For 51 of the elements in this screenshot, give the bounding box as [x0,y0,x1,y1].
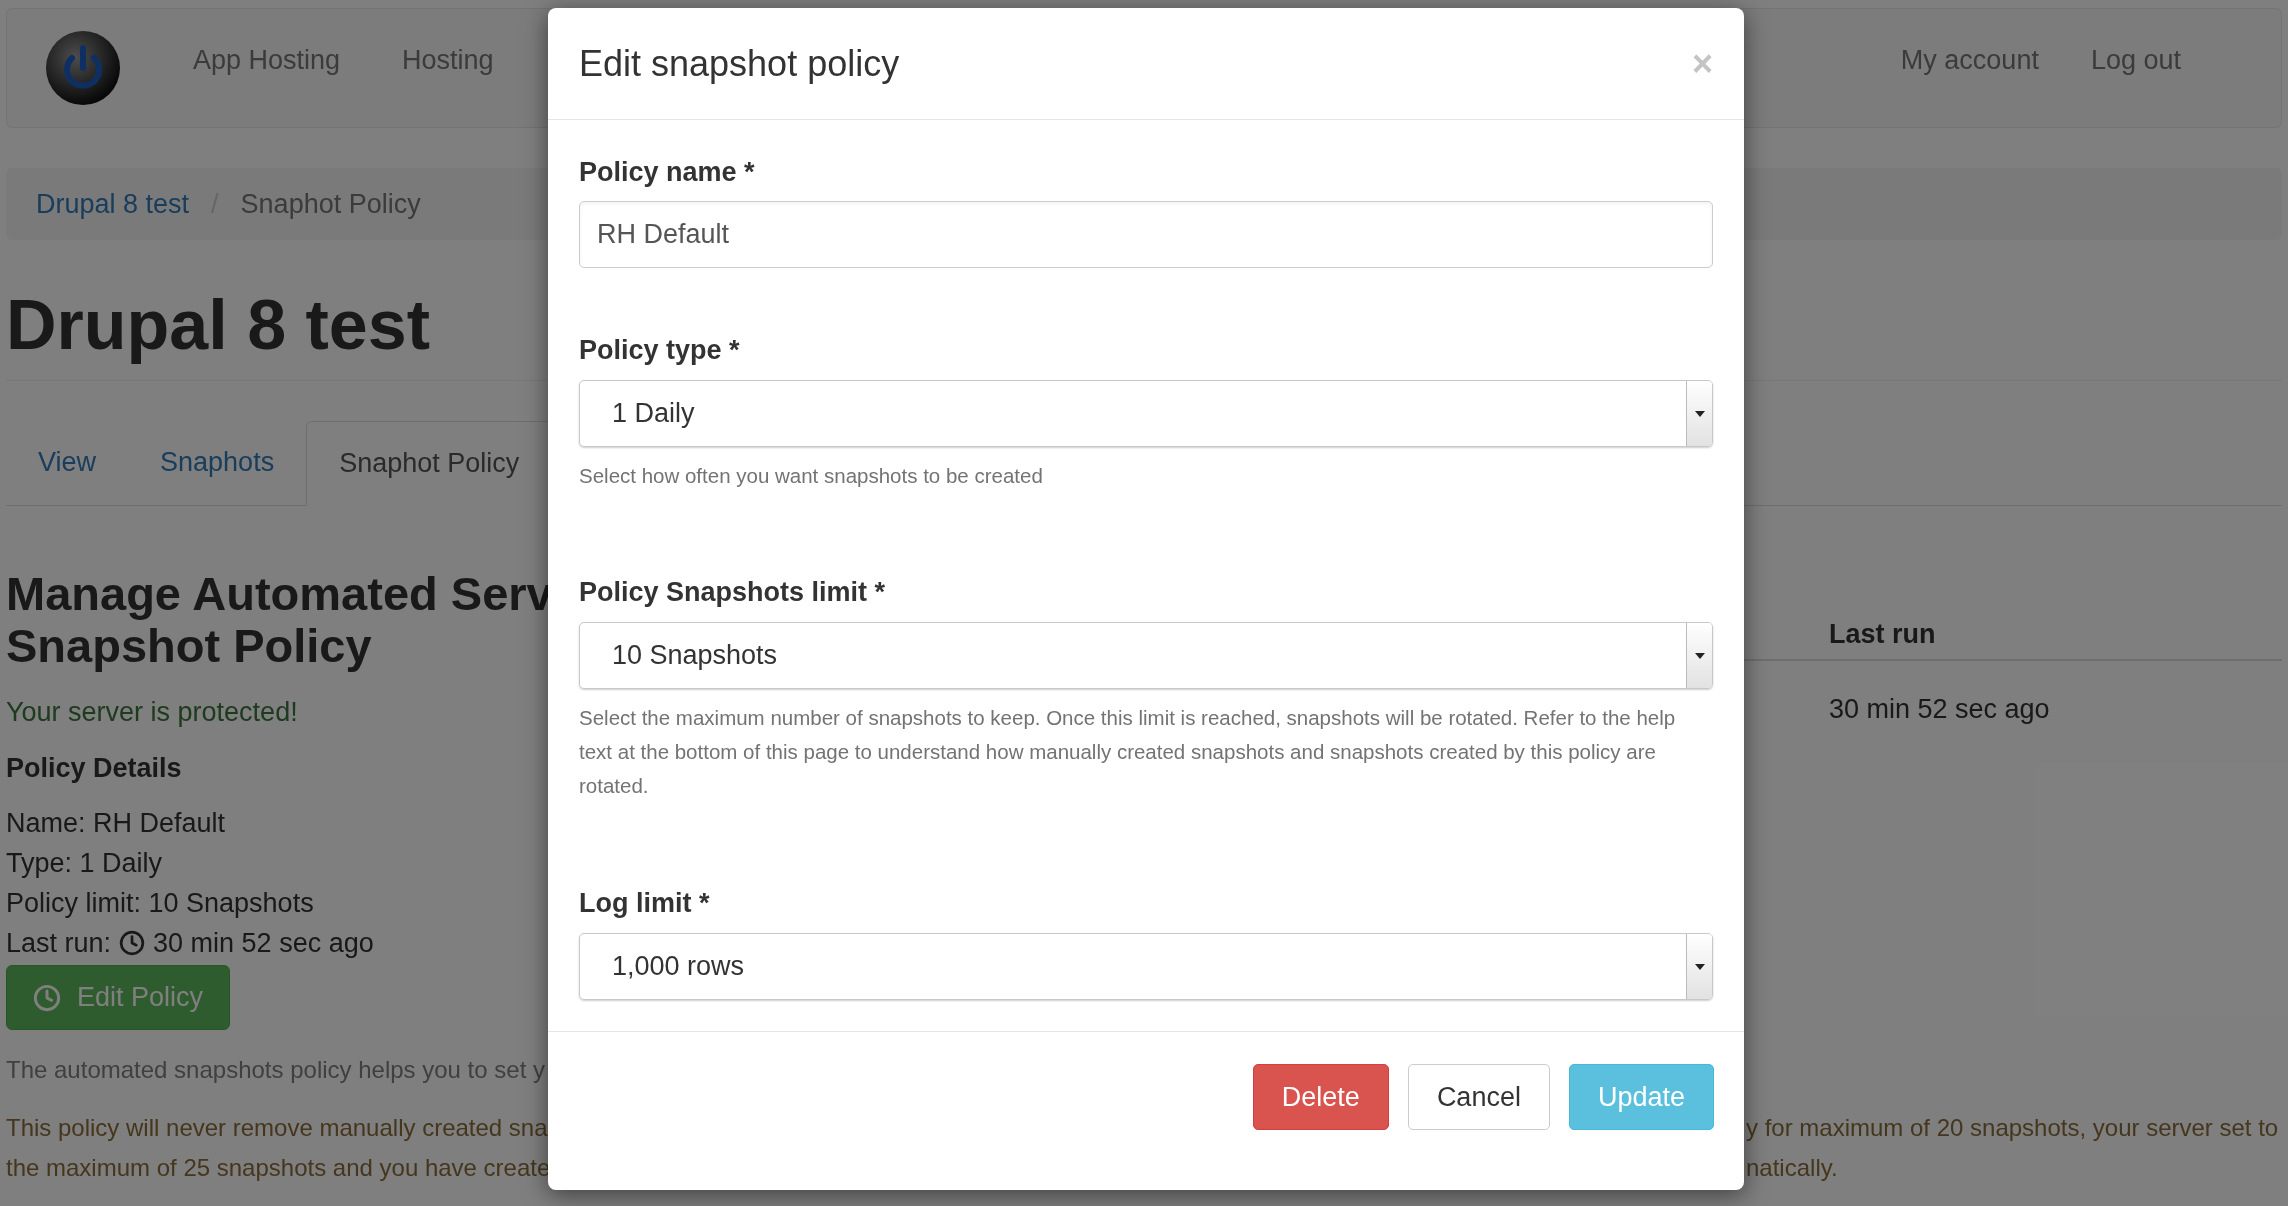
policy-name-field[interactable]: RH Default [579,201,1713,268]
select-field[interactable]: 10 Snapshots [579,622,1713,689]
section-heading: Manage Automated Serv [6,568,553,620]
policy-detail: Policy limit: 10 Snapshots [6,887,315,920]
column-header: Last run [1829,618,1936,650]
detail-value: 30 min 52 sec ago [153,927,374,960]
edit-policy-button[interactable]: Edit Policy [6,965,231,1030]
close-button[interactable]: × [1691,36,1713,91]
paragraph-text: This policy will never remove manually created sna [6,1113,549,1143]
tab[interactable]: Snaphots [128,420,307,505]
dropdown-toggle[interactable] [1686,623,1712,688]
table-cell-text: 30 min 52 sec ago [1829,692,2050,726]
dialog-button[interactable]: Update [1568,1064,1714,1130]
help-text: Select how often you want snapshots to be created [579,463,1044,489]
breadcrumb-link[interactable]: Drupal 8 test [36,183,190,225]
modal-title: Edit snapshot policy [579,41,900,86]
tab[interactable]: View [6,420,129,505]
select-field[interactable]: 1,000 rows [579,933,1713,1000]
clock-icon [33,983,61,1012]
policy-detail: Name: RH Default [6,807,227,840]
paragraph-text: y for maximum of 20 snapshots, your server set to [1746,1113,2280,1143]
nav-link[interactable]: Log out [2090,39,2181,81]
nav-link[interactable]: App Hosting [193,39,341,81]
status-message: Your server is protected! [6,696,298,729]
power-logo-icon [43,28,123,108]
details-heading: Policy Details [6,752,182,785]
clock-icon [119,930,146,956]
field-label: Policy Snapshots limit * [579,576,887,608]
field-label: Log limit * [579,887,711,919]
paragraph-text: The automated snapshots policy helps you to set y [6,1055,546,1085]
breadcrumb-current: Snaphot Policy [240,187,421,221]
help-text: Select the maximum number of snapshots to keep. Once this limit is reached, snapshots will be rotated. Refer to the help text at the bottom of this page to understand how manually created snapshots and snapshots created by this policy are rotated. [579,705,1677,799]
dropdown-toggle[interactable] [1686,381,1712,446]
detail-label: Last run: [6,927,112,960]
paragraph-text: the maximum of 25 snapshots and you have create [6,1153,552,1183]
dialog-button[interactable]: Delete [1252,1064,1389,1130]
section-heading: Snapshot Policy [6,620,372,672]
dropdown-toggle[interactable] [1686,934,1712,999]
breadcrumb-separator: / [211,187,219,221]
page-title: Drupal 8 test [6,285,430,365]
nav-link[interactable]: My account [1900,39,2039,81]
select-field[interactable]: 1 Daily [579,380,1713,447]
caret-icon [1694,652,1705,659]
dialog-button[interactable]: Cancel [1407,1064,1550,1130]
caret-icon [1694,963,1705,970]
policy-detail: Type: 1 Daily [6,847,164,880]
caret-icon [1694,410,1705,417]
field-label: Policy name * [579,156,756,188]
field-label: Policy type * [579,334,741,366]
paragraph-text: natically. [1746,1153,1839,1183]
nav-link[interactable]: Hosting [402,39,494,81]
